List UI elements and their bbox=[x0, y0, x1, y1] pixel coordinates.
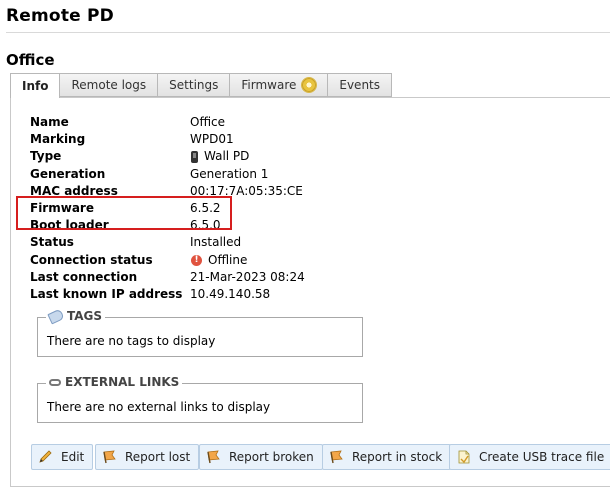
info-row-last-connection: Last connection 21-Mar-2023 08:24 bbox=[30, 269, 305, 286]
external-links-fieldset: EXTERNAL LINKS There are no external lin… bbox=[37, 375, 363, 423]
info-label: Status bbox=[30, 235, 74, 250]
info-label: Last known IP address bbox=[30, 286, 183, 301]
flag-icon bbox=[207, 450, 220, 464]
tab-events[interactable]: Events bbox=[328, 73, 393, 97]
create-usb-trace-button-label: Create USB trace file bbox=[479, 450, 605, 464]
info-row-connection-status: Connection status ! Offline bbox=[30, 252, 305, 269]
last-ip-value: 10.49.140.58 bbox=[190, 286, 271, 301]
tab-remote-logs[interactable]: Remote logs bbox=[60, 73, 159, 97]
info-value: 10.49.140.58 bbox=[190, 286, 270, 303]
tab-info[interactable]: Info bbox=[10, 73, 61, 98]
tags-legend-label: TAGS bbox=[67, 309, 103, 323]
firmware-highlight-box bbox=[16, 196, 232, 230]
info-row-marking: Marking WPD01 bbox=[30, 131, 305, 148]
report-broken-button-label: Report broken bbox=[229, 450, 314, 464]
phone-icon bbox=[191, 150, 198, 163]
external-links-legend-label: EXTERNAL LINKS bbox=[65, 375, 180, 389]
type-value: Wall PD bbox=[204, 149, 250, 164]
tags-legend: TAGS bbox=[46, 308, 106, 324]
create-usb-trace-button[interactable]: Create USB trace file bbox=[449, 444, 610, 470]
info-label: Type bbox=[30, 149, 62, 164]
page-title: Remote PD bbox=[6, 6, 114, 26]
info-value: Generation 1 bbox=[190, 166, 268, 183]
info-value: Office bbox=[190, 114, 225, 131]
info-label: Connection status bbox=[30, 252, 153, 267]
status-value: Installed bbox=[190, 235, 242, 250]
info-value: Installed bbox=[190, 234, 241, 251]
generation-value: Generation 1 bbox=[190, 166, 269, 181]
title-divider bbox=[6, 32, 610, 33]
tab-bar: Info Remote logs Settings Firmware Event… bbox=[10, 73, 393, 98]
flag-icon bbox=[103, 450, 116, 464]
tab-label: Remote logs bbox=[71, 78, 147, 92]
document-icon bbox=[458, 450, 470, 464]
last-connection-value: 21-Mar-2023 08:24 bbox=[190, 269, 305, 284]
info-label: Last connection bbox=[30, 269, 138, 284]
tab-settings[interactable]: Settings bbox=[158, 73, 231, 97]
tag-icon bbox=[47, 308, 65, 324]
info-row-name: Name Office bbox=[30, 114, 305, 131]
pencil-icon bbox=[39, 450, 52, 463]
info-row-type: Type Wall PD bbox=[30, 148, 305, 165]
name-value: Office bbox=[190, 115, 226, 129]
tab-label: Events bbox=[339, 78, 381, 92]
external-links-legend: EXTERNAL LINKS bbox=[46, 375, 183, 389]
info-label: Generation bbox=[30, 166, 106, 181]
tags-empty-text: There are no tags to display bbox=[47, 334, 216, 348]
report-in-stock-button[interactable]: Report in stock bbox=[322, 444, 452, 470]
report-lost-button[interactable]: Report lost bbox=[95, 444, 200, 470]
info-label: Marking bbox=[30, 132, 86, 147]
info-row-status: Status Installed bbox=[30, 234, 305, 251]
gear-icon bbox=[302, 78, 317, 92]
info-row-generation: Generation Generation 1 bbox=[30, 166, 305, 183]
tags-fieldset: TAGS There are no tags to display bbox=[37, 308, 363, 357]
offline-icon: ! bbox=[191, 254, 202, 266]
flag-icon bbox=[330, 450, 343, 464]
device-name-heading: Office bbox=[6, 51, 55, 69]
edit-button[interactable]: Edit bbox=[31, 444, 94, 470]
tab-label: Firmware bbox=[241, 78, 297, 92]
report-broken-button[interactable]: Report broken bbox=[199, 444, 323, 470]
info-value: 21-Mar-2023 08:24 bbox=[190, 269, 305, 286]
report-in-stock-button-label: Report in stock bbox=[352, 450, 443, 464]
external-links-empty-text: There are no external links to display bbox=[47, 400, 271, 414]
link-icon bbox=[49, 378, 61, 386]
tab-firmware[interactable]: Firmware bbox=[230, 73, 329, 97]
tab-label: Settings bbox=[169, 78, 219, 92]
report-lost-button-label: Report lost bbox=[125, 450, 191, 464]
info-label: Name bbox=[30, 115, 69, 129]
marking-value: WPD01 bbox=[190, 132, 234, 147]
tab-label: Info bbox=[22, 79, 49, 93]
info-value: ! Offline bbox=[190, 252, 247, 269]
connection-status-value: Offline bbox=[208, 252, 248, 267]
info-value: WPD01 bbox=[190, 131, 234, 148]
info-row-last-ip: Last known IP address 10.49.140.58 bbox=[30, 286, 305, 303]
info-value: Wall PD bbox=[190, 148, 249, 165]
edit-button-label: Edit bbox=[61, 450, 85, 464]
